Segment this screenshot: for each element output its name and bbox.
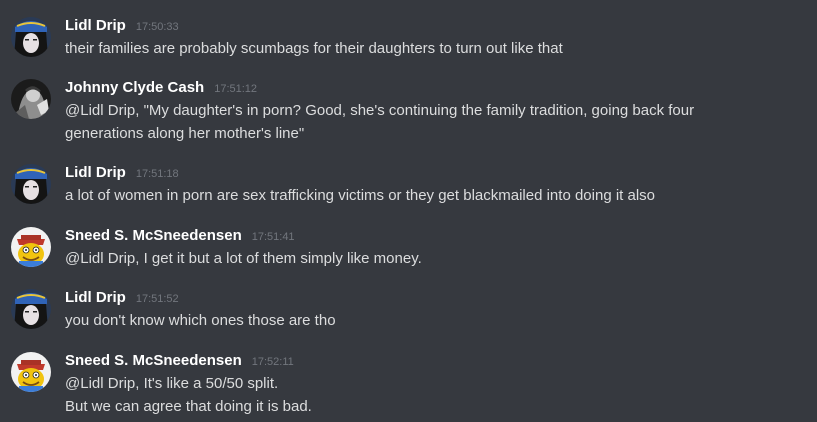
message-text: a lot of women in porn are sex trafficki… [65,187,656,204]
message-header: Lidl Drip 17:51:52 [65,287,179,310]
user-avatar-icon [11,164,51,204]
message-text: @Lidl Drip, I get it but a lot of them s… [65,250,422,267]
username[interactable]: Sneed S. McSneedensen [65,227,242,244]
user-avatar-icon [11,79,51,119]
message-text: their families are probably scumbags for… [65,40,563,57]
timestamp: 17:51:52 [135,293,179,305]
message-text: But we can agree that doing it is bad. [65,398,312,415]
message-text: generations along her mother's line" [65,125,305,142]
message-header: Johnny Clyde Cash 17:51:12 [65,77,257,100]
avatar[interactable] [11,17,51,57]
avatar[interactable] [11,164,51,204]
message-text: @Lidl Drip, It's like a 50/50 split. [65,375,279,392]
timestamp: 17:51:12 [214,83,258,95]
message-text: you don't know which ones those are tho [65,312,336,329]
username[interactable]: Johnny Clyde Cash [65,79,204,96]
avatar[interactable] [11,289,51,329]
chat-log: Lidl Drip 17:50:33 their families are pro… [0,0,817,422]
timestamp: 17:50:33 [135,21,179,33]
avatar[interactable] [11,79,51,119]
username[interactable]: Sneed S. McSneedensen [65,352,242,369]
avatar[interactable] [11,352,51,392]
avatar[interactable] [11,227,51,267]
message-header: Sneed S. McSneedensen 17:51:41 [65,225,295,248]
timestamp: 17:51:41 [251,231,295,243]
user-avatar-icon [11,352,51,392]
timestamp: 17:52:11 [251,356,294,368]
message-text: @Lidl Drip, "My daughter's in porn? Good… [65,102,695,119]
user-avatar-icon [11,227,51,267]
username[interactable]: Lidl Drip [65,164,126,181]
username[interactable]: Lidl Drip [65,17,126,34]
timestamp: 17:51:18 [135,168,179,180]
username[interactable]: Lidl Drip [65,289,126,306]
user-avatar-icon [11,289,51,329]
user-avatar-icon [11,17,51,57]
message-header: Sneed S. McSneedensen 17:52:11 [65,350,294,373]
message-header: Lidl Drip 17:50:33 [65,15,179,38]
message-header: Lidl Drip 17:51:18 [65,162,179,185]
